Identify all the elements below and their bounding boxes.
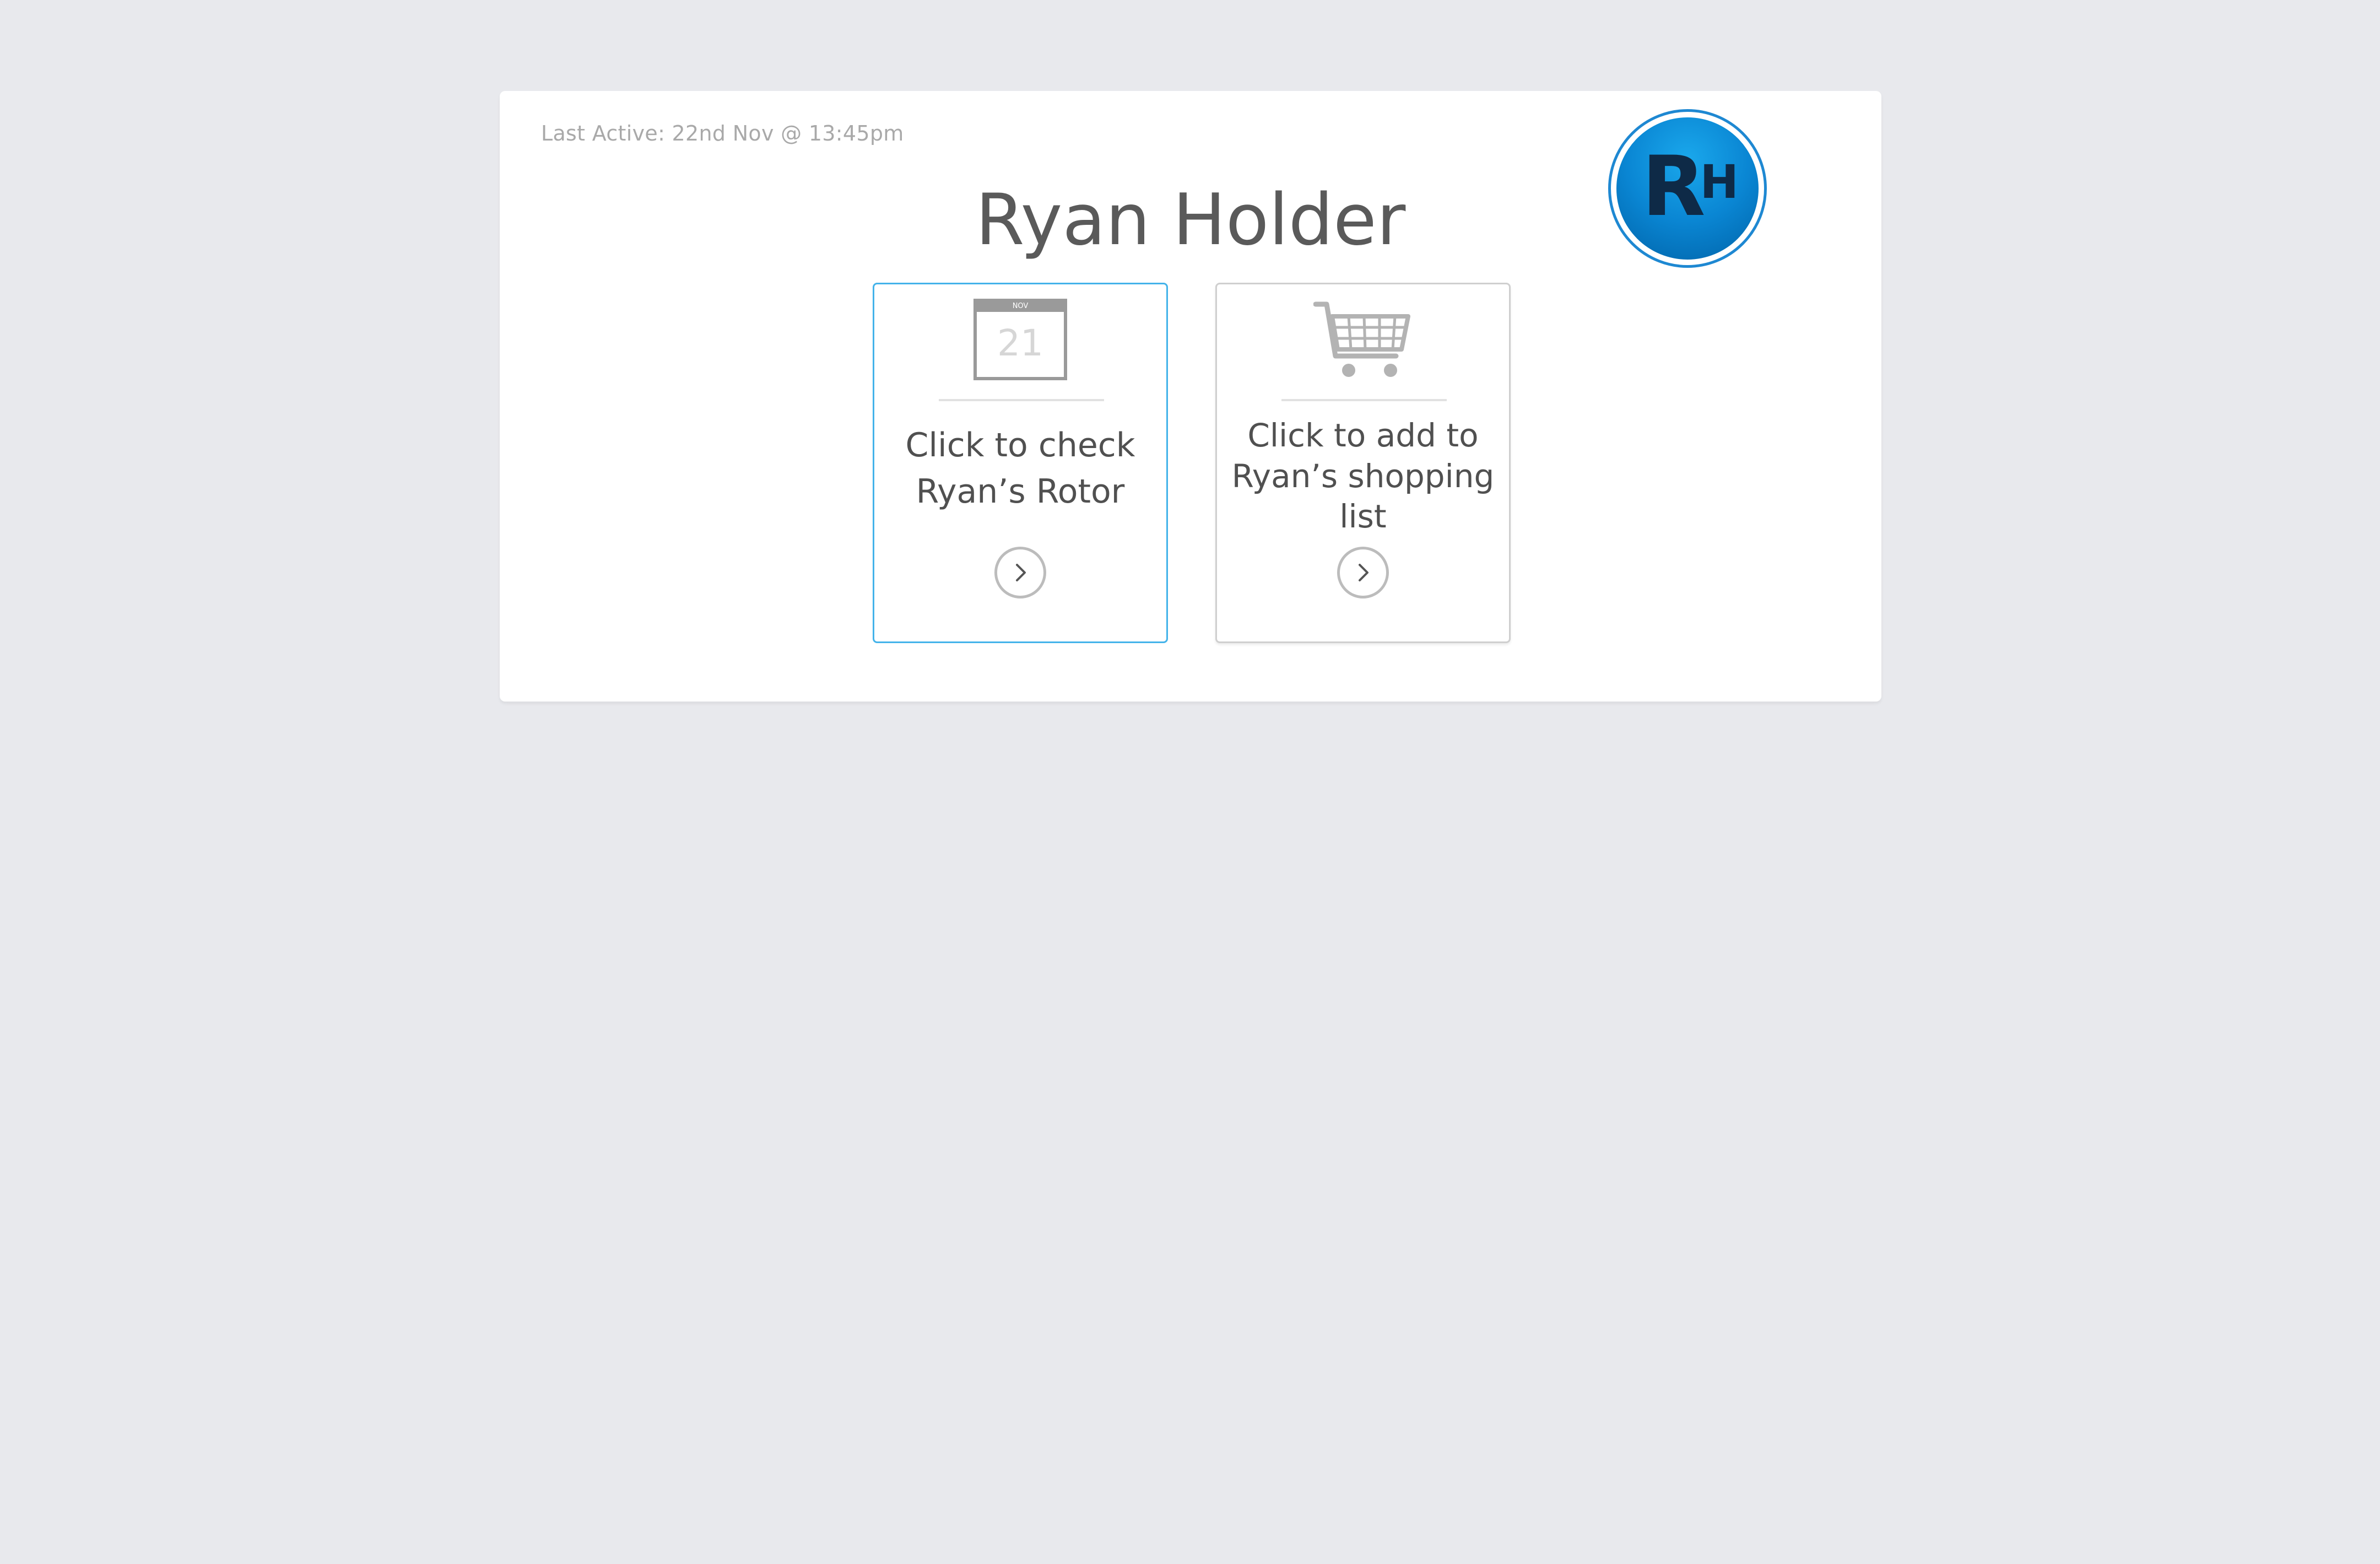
chevron-right-icon[interactable]	[1337, 547, 1389, 598]
last-active-text: Last Active: 22nd Nov @ 13:45pm	[541, 121, 904, 145]
shopping-list-tile-label: Click to add to Ryan’s shopping list	[1231, 417, 1495, 536]
shopping-cart-icon	[1217, 299, 1509, 381]
tile-divider	[1281, 399, 1447, 401]
rotor-tile[interactable]: NOV 21 Click to check Ryan’s Rotor	[873, 283, 1168, 643]
calendar-month: NOV	[1013, 302, 1029, 310]
chevron-right-icon[interactable]	[994, 547, 1046, 598]
avatar-circle: R H	[1616, 117, 1759, 260]
rotor-tile-label: Click to check Ryan’s Rotor	[905, 426, 1135, 511]
tile-divider	[939, 399, 1104, 401]
avatar-initial-last: H	[1700, 155, 1739, 209]
profile-card: Last Active: 22nd Nov @ 13:45pm R H Ryan…	[500, 91, 1881, 702]
calendar-day: 21	[997, 322, 1043, 364]
avatar-initial-first: R	[1642, 139, 1705, 235]
avatar: R H	[1608, 109, 1767, 268]
calendar-icon: NOV 21	[874, 299, 1166, 381]
shopping-list-tile[interactable]: Click to add to Ryan’s shopping list	[1215, 283, 1511, 643]
avatar-initials: R H	[1642, 139, 1739, 235]
